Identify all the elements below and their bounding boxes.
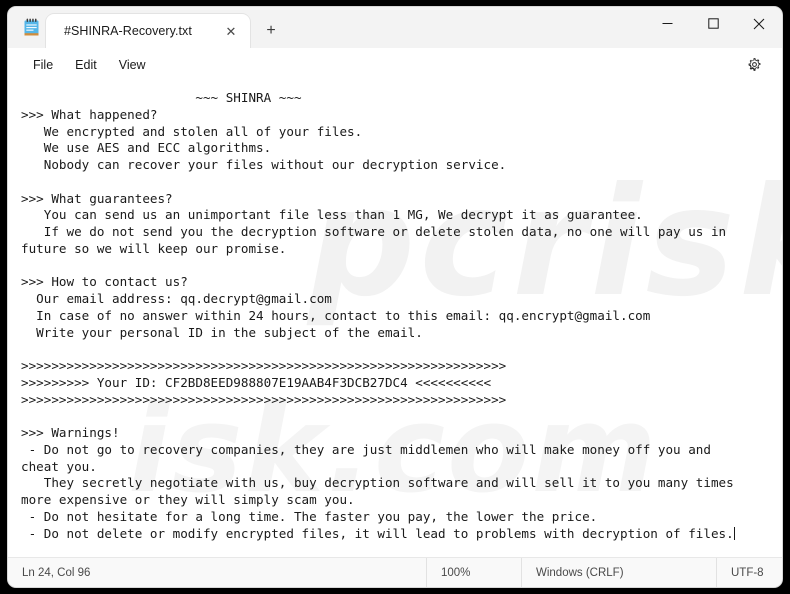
text-line: Nobody can recover your files without ou…	[21, 157, 507, 172]
tab-close-icon[interactable]: ✕	[218, 18, 244, 44]
menu-item-view[interactable]: View	[108, 53, 157, 77]
maximize-button[interactable]	[690, 7, 736, 40]
text-line: >>>>>>>>>>>>>>>>>>>>>>>>>>>>>>>>>>>>>>>>…	[21, 358, 507, 373]
status-zoom-label: 100%	[441, 566, 471, 579]
close-button[interactable]	[736, 7, 782, 40]
text-line: If we do not send you the decryption sof…	[21, 224, 727, 239]
minimize-button[interactable]	[644, 7, 690, 40]
menu-item-edit-label: Edit	[75, 57, 97, 72]
notepad-window: #SHINRA-Recovery.txt ✕ + File Edit View …	[8, 7, 782, 587]
gear-icon	[748, 58, 760, 71]
text-line	[21, 258, 782, 275]
window-controls	[644, 7, 782, 48]
menu-item-edit[interactable]: Edit	[64, 53, 108, 77]
tab-label: #SHINRA-Recovery.txt	[64, 24, 192, 38]
text-line	[21, 408, 782, 425]
title-bar: #SHINRA-Recovery.txt ✕ +	[8, 7, 782, 48]
text-line: You can send us an unimportant file less…	[21, 207, 643, 223]
text-line: In case of no answer within 24 hours, co…	[21, 307, 651, 323]
ransom-note-text[interactable]: ~~~ SHINRA ~~~ >>> What happened? We encr…	[8, 81, 782, 542]
text-line: - Do not go to recovery companies, they …	[21, 441, 711, 457]
status-line-ending-label: Windows (CRLF)	[536, 566, 624, 579]
text-line	[21, 174, 782, 191]
menu-item-file-label: File	[33, 57, 54, 72]
text-line: Write your personal ID in the subject of…	[21, 324, 423, 340]
editor-area[interactable]: pcrisk isk.com ~~~ SHINRA ~~~>>> What ha…	[8, 81, 782, 557]
text-line: ~~~ SHINRA ~~~	[21, 90, 302, 105]
status-cursor-position-label: Ln 24, Col 96	[22, 566, 91, 579]
maximize-icon	[707, 18, 719, 29]
text-line: - Do not hesitate for a long time. The f…	[21, 508, 598, 524]
settings-button[interactable]	[738, 52, 770, 78]
plus-icon: +	[266, 22, 276, 39]
text-line: more expensive or they will simply scam …	[21, 492, 355, 507]
tab-shinra-recovery[interactable]: #SHINRA-Recovery.txt ✕	[46, 14, 250, 48]
text-caret	[733, 526, 735, 540]
menu-item-file[interactable]: File	[22, 53, 64, 77]
text-line: >>> What guarantees?	[21, 190, 173, 206]
text-line: We use AES and ECC algorithms.	[21, 140, 272, 156]
text-line: cheat you.	[21, 458, 97, 474]
status-cursor-position[interactable]: Ln 24, Col 96	[8, 558, 426, 587]
text-line: >>> What happened?	[21, 106, 158, 122]
status-bar: Ln 24, Col 96 100% Windows (CRLF) UTF-8	[8, 557, 782, 587]
tab-strip: #SHINRA-Recovery.txt ✕ +	[8, 7, 644, 48]
text-line: >>>>>>>>> Your ID: CF2BD8EED988807E19AAB…	[21, 374, 492, 390]
close-icon	[753, 18, 765, 29]
text-line	[21, 341, 782, 358]
status-zoom-level[interactable]: 100%	[426, 558, 521, 587]
text-line: >>>>>>>>>>>>>>>>>>>>>>>>>>>>>>>>>>>>>>>>…	[21, 391, 507, 407]
new-tab-button[interactable]: +	[254, 14, 288, 48]
text-line: >>> How to contact us?	[21, 274, 188, 290]
status-encoding-label: UTF-8	[731, 566, 764, 579]
menu-item-view-label: View	[118, 57, 146, 72]
text-line: Our email address: qq.decrypt@gmail.com	[21, 291, 332, 306]
notepad-icon	[16, 7, 46, 48]
desktop-background: #SHINRA-Recovery.txt ✕ + File Edit View …	[0, 0, 790, 594]
text-line: >>> Warnings!	[21, 425, 120, 440]
text-line: They secretly negotiate with us, buy dec…	[21, 475, 734, 491]
text-line: We encrypted and stolen all of your file…	[21, 123, 363, 139]
menu-bar: File Edit View	[8, 48, 782, 81]
text-line: - Do not delete or modify encrypted file…	[21, 525, 735, 541]
minimize-icon	[662, 23, 672, 24]
status-line-ending[interactable]: Windows (CRLF)	[521, 558, 716, 587]
status-encoding[interactable]: UTF-8	[716, 558, 764, 587]
text-line: future so we will keep our promise.	[21, 240, 287, 256]
